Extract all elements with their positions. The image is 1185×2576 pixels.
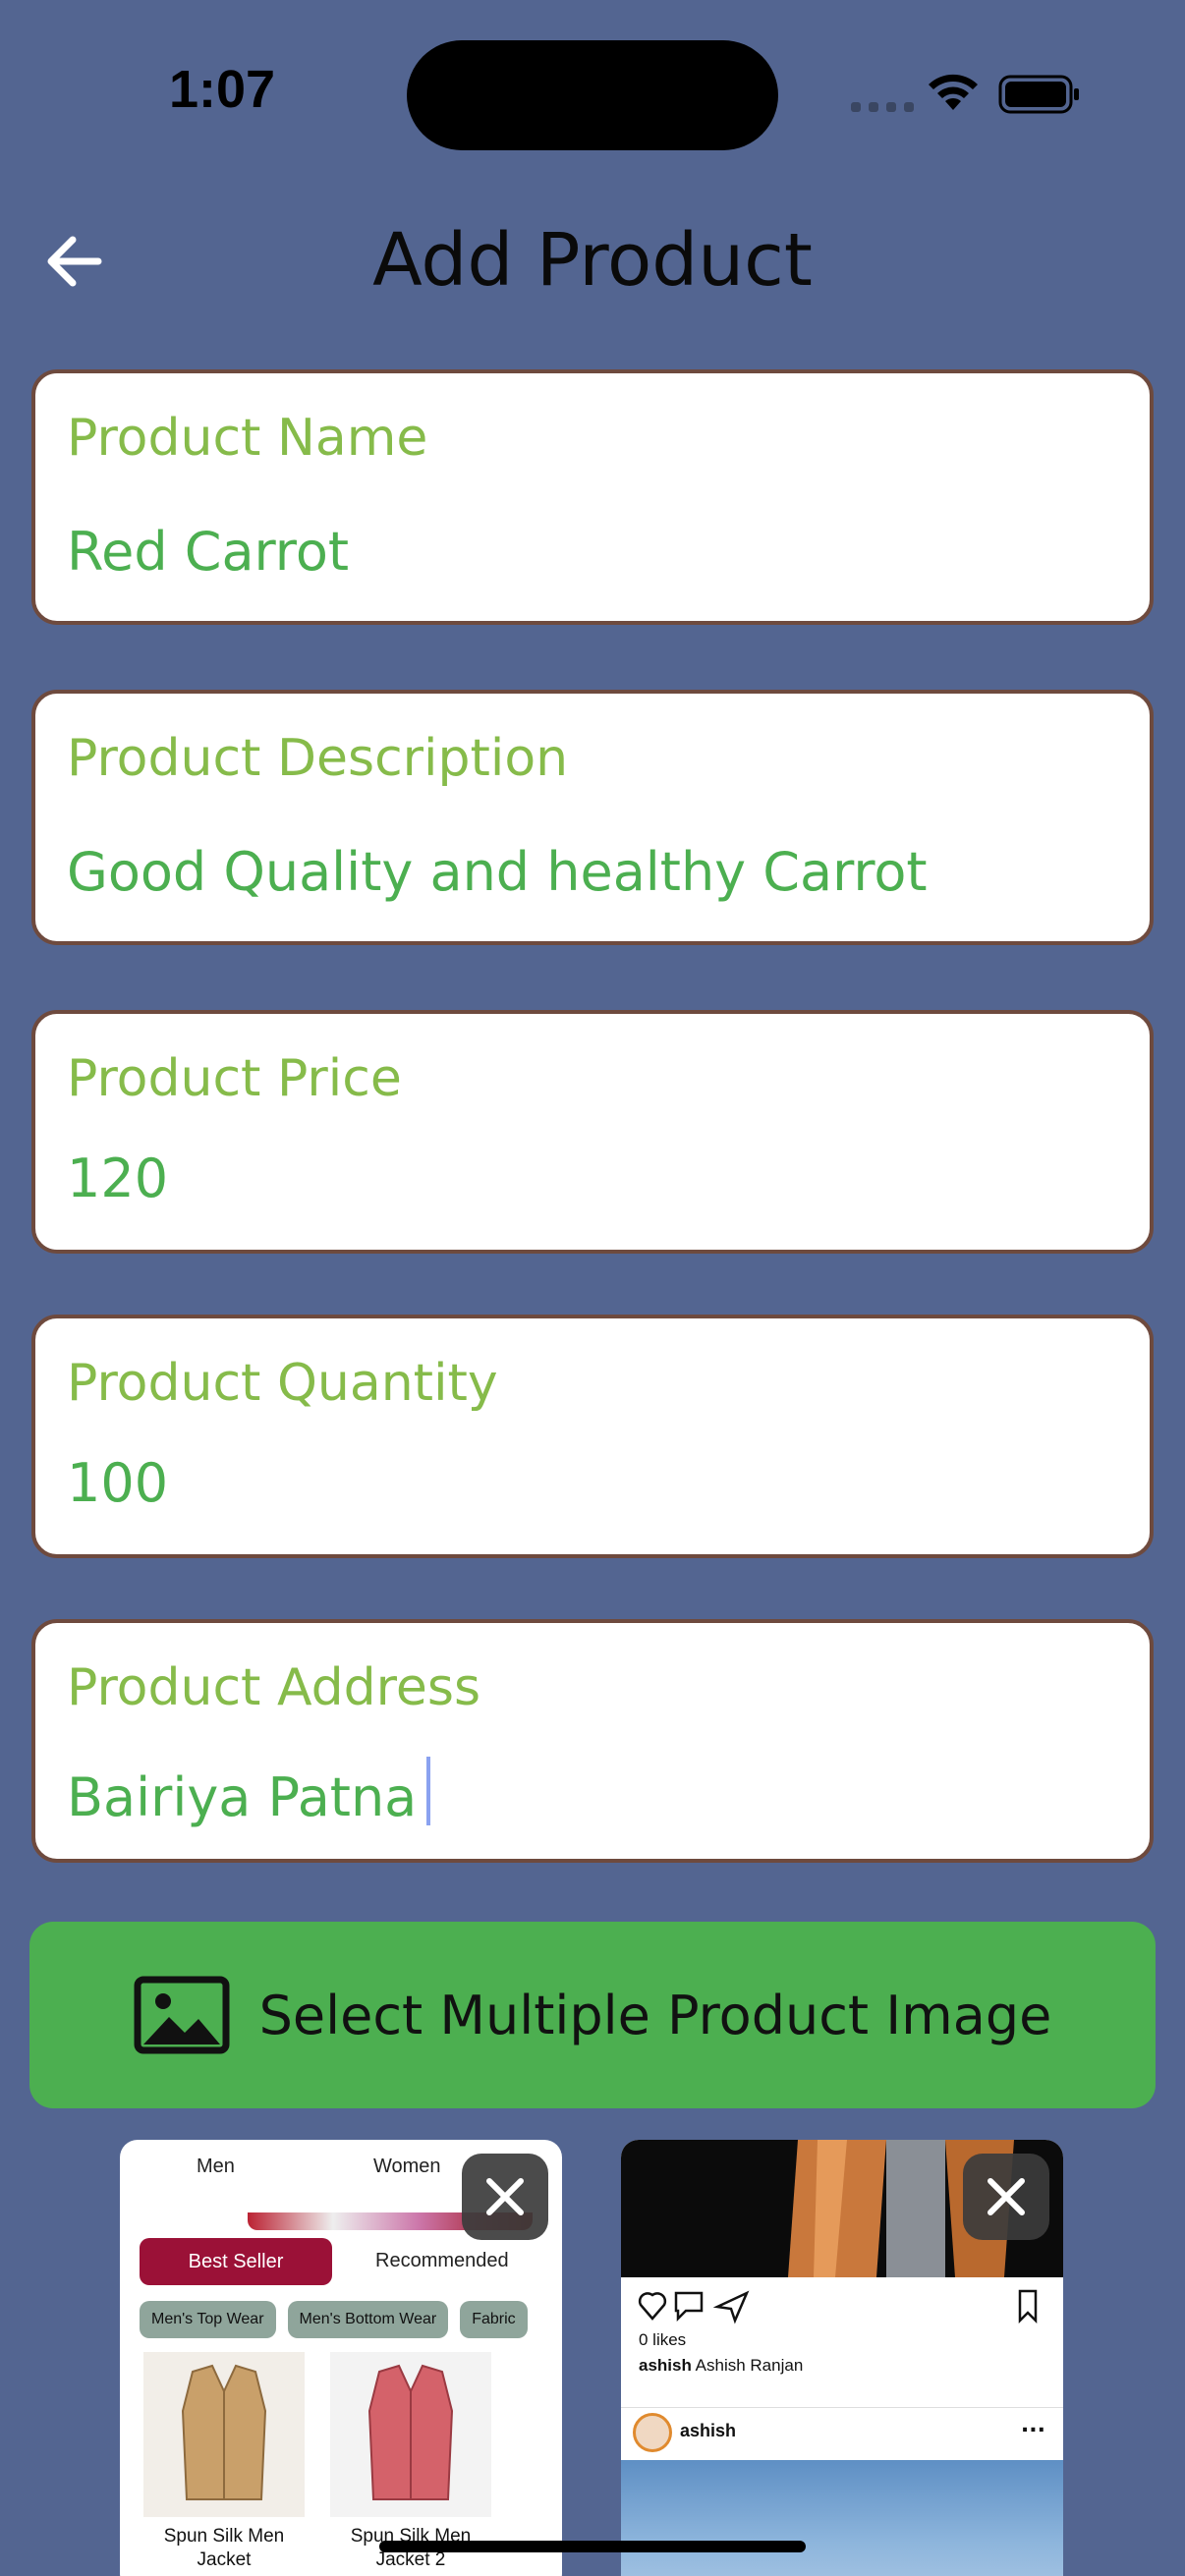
- product-name-value[interactable]: Red Carrot: [67, 521, 349, 583]
- avatar: [633, 2413, 672, 2452]
- image-icon: [134, 1976, 230, 2054]
- selected-image-thumbnail: 0 likes ashish Ashish Ranjan ashish ...: [621, 2140, 1063, 2576]
- thumb-post-username: ashish: [680, 2421, 737, 2440]
- select-images-button[interactable]: Select Multiple Product Image: [29, 1922, 1156, 2108]
- thumb-divider: [621, 2407, 1063, 2408]
- battery-icon: [998, 75, 1079, 114]
- select-images-label: Select Multiple Product Image: [258, 1984, 1052, 2046]
- product-price-field[interactable]: Product Price 120: [31, 1010, 1154, 1254]
- thumb-product-image: [330, 2352, 491, 2517]
- product-name-label: Product Name: [67, 409, 428, 468]
- product-price-label: Product Price: [67, 1049, 402, 1108]
- thumb-chip: Fabric: [460, 2301, 528, 2338]
- thumb-post-caption: ashish Ashish Ranjan: [639, 2356, 803, 2376]
- product-name-field[interactable]: Product Name Red Carrot: [31, 369, 1154, 625]
- thumb-post-caption-user: ashish: [639, 2356, 692, 2375]
- more-icon: ...: [1020, 2413, 1045, 2437]
- product-address-field[interactable]: Product Address Bairiya Patna: [31, 1619, 1154, 1863]
- product-description-label: Product Description: [67, 729, 569, 788]
- close-icon: [486, 2178, 524, 2215]
- wifi-icon: [929, 74, 978, 110]
- status-time: 1:07: [169, 60, 276, 119]
- thumb-product-name: Spun Silk Men Jacket: [163, 2526, 285, 2570]
- selected-image-thumbnail: Men Women Best Seller Recommended Men's …: [120, 2140, 562, 2576]
- home-indicator[interactable]: [379, 2541, 806, 2552]
- remove-image-button[interactable]: [462, 2154, 548, 2240]
- product-address-input[interactable]: Bairiya Patna: [67, 1757, 431, 1828]
- thumb-recommended: Recommended: [375, 2250, 509, 2271]
- thumb-post-caption-text: Ashish Ranjan: [695, 2356, 804, 2375]
- thumb-chip: Men's Bottom Wear: [287, 2301, 449, 2338]
- thumb-tab-men: Men: [197, 2156, 235, 2177]
- thumb-best-seller: Best Seller: [140, 2238, 332, 2285]
- product-quantity-field[interactable]: Product Quantity 100: [31, 1315, 1154, 1558]
- product-quantity-value[interactable]: 100: [67, 1452, 168, 1514]
- dynamic-island: [407, 40, 778, 150]
- thumb-tab-women: Women: [373, 2156, 441, 2177]
- page-title: Add Product: [372, 218, 813, 303]
- remove-image-button[interactable]: [963, 2154, 1049, 2240]
- thumb-chip: Men's Top Wear: [140, 2301, 276, 2338]
- product-address-value: Bairiya Patna: [67, 1766, 418, 1828]
- product-description-field[interactable]: Product Description Good Quality and hea…: [31, 690, 1154, 945]
- thumb-product-image: [143, 2352, 305, 2517]
- product-address-label: Product Address: [67, 1658, 481, 1717]
- cellular-signal-icon: [851, 102, 914, 112]
- thumb-post-actions: [638, 2289, 1038, 2324]
- product-quantity-label: Product Quantity: [67, 1354, 498, 1413]
- close-icon: [988, 2178, 1025, 2215]
- text-cursor: [426, 1757, 431, 1825]
- thumb-post-sky-photo: [621, 2460, 1063, 2576]
- product-price-value[interactable]: 120: [67, 1148, 168, 1209]
- thumb-post-likes: 0 likes: [639, 2330, 687, 2349]
- product-description-value[interactable]: Good Quality and healthy Carrot: [67, 841, 928, 903]
